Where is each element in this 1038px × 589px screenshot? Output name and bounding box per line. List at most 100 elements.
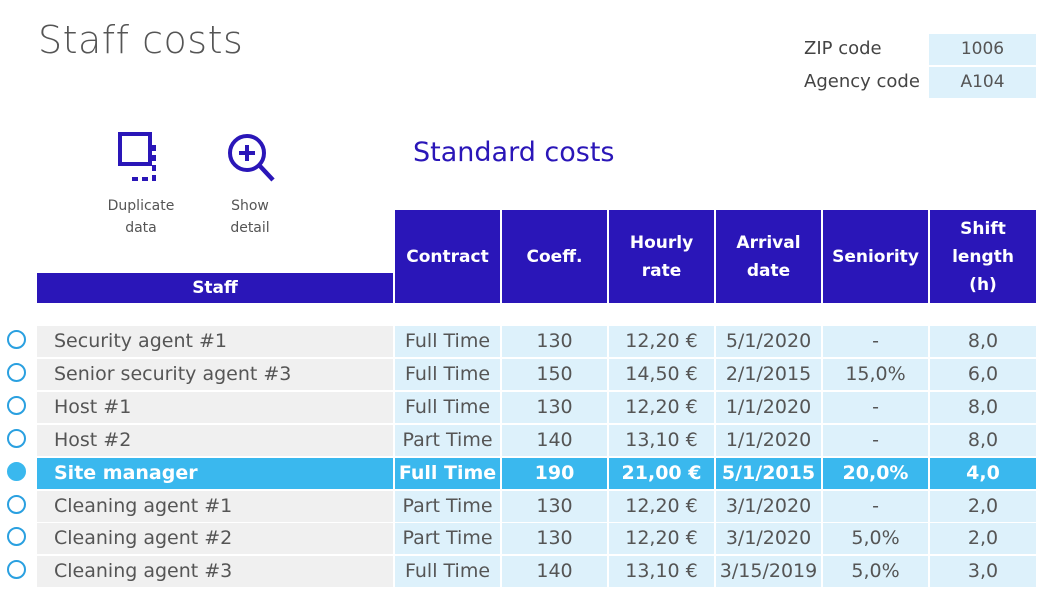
section-title: Standard costs (413, 137, 615, 168)
cell-shift[interactable]: 2,0 (930, 490, 1036, 522)
cell-rate[interactable]: 13,10 € (609, 556, 714, 588)
cell-contract[interactable]: Part Time (395, 523, 500, 555)
cell-name[interactable]: Senior security agent #3 (37, 358, 393, 390)
column-header-coeff: Coeff. (502, 210, 607, 303)
cell-coeff[interactable]: 190 (502, 457, 607, 489)
table-row[interactable]: Cleaning agent #3 Full Time 140 13,10 €3/15… (7, 556, 1036, 589)
table-row[interactable]: Senior security agent #3 Full Time 150 14,5… (7, 358, 1036, 392)
row-select-radio[interactable] (7, 362, 26, 382)
column-header-hourly-rate: Hourly rate (609, 210, 714, 303)
table-row[interactable]: Cleaning agent #1 Part Time 130 12,20 €3/1/… (7, 490, 1036, 524)
cell-seniority[interactable]: 5,0% (823, 523, 928, 555)
table-row[interactable]: Host #2 Part Time 140 13,10 €1/1/2020-8,0 (7, 424, 1036, 458)
cell-seniority[interactable]: 5,0% (823, 556, 928, 588)
cell-seniority[interactable]: - (823, 326, 928, 357)
hourly-rate-label-line1: Hourly (629, 232, 694, 253)
cell-shift[interactable]: 3,0 (930, 556, 1036, 588)
cell-coeff[interactable]: 140 (502, 556, 607, 588)
cell-arrival[interactable]: 3/1/2020 (716, 490, 821, 522)
cell-coeff[interactable]: 130 (502, 523, 607, 555)
cell-name[interactable]: Site manager (37, 457, 393, 489)
duplicate-label-line2: data (125, 220, 157, 236)
row-select-radio[interactable] (7, 428, 26, 448)
cell-shift[interactable]: 8,0 (930, 326, 1036, 357)
cell-rate[interactable]: 12,20 € (609, 523, 714, 555)
arrival-date-label-line2: date (746, 260, 791, 281)
hourly-rate-label-line2: rate (641, 260, 682, 281)
agency-code-field[interactable]: A104 (929, 67, 1036, 98)
cell-seniority[interactable]: 15,0% (823, 358, 928, 390)
cell-coeff[interactable]: 150 (502, 358, 607, 390)
cell-arrival[interactable]: 3/1/2020 (716, 523, 821, 555)
show-detail-button[interactable]: Show detail (205, 131, 295, 239)
cell-contract[interactable]: Full Time (395, 358, 500, 390)
cell-name[interactable]: Cleaning agent #2 (37, 523, 393, 555)
cell-name[interactable]: Host #2 (37, 424, 393, 456)
cell-coeff[interactable]: 130 (502, 490, 607, 522)
cell-shift[interactable]: 4,0 (930, 457, 1036, 489)
cell-coeff[interactable]: 140 (502, 424, 607, 456)
cell-seniority[interactable]: - (823, 490, 928, 522)
cell-seniority[interactable]: - (823, 424, 928, 456)
zoom-in-icon (228, 134, 275, 182)
row-select-radio[interactable] (7, 330, 26, 349)
cell-name[interactable]: Security agent #1 (37, 326, 393, 357)
cell-coeff[interactable]: 130 (502, 391, 607, 423)
cell-contract[interactable]: Full Time (395, 556, 500, 588)
column-header-seniority: Seniority (823, 210, 928, 303)
cell-shift[interactable]: 6,0 (930, 358, 1036, 390)
cell-rate[interactable]: 13,10 € (609, 424, 714, 456)
table-row[interactable]: Site manager Full Time 190 21,00 €5/1/2015 2… (7, 457, 1036, 491)
cell-seniority[interactable]: - (823, 391, 928, 423)
cell-rate[interactable]: 12,20 € (609, 326, 714, 357)
zip-code-field[interactable]: 1006 (929, 34, 1036, 65)
page-title: Staff costs (38, 18, 244, 62)
table-row[interactable]: Cleaning agent #2 Part Time 130 12,20 €3/1/… (7, 523, 1036, 556)
cell-contract[interactable]: Full Time (395, 391, 500, 423)
cell-shift[interactable]: 8,0 (930, 391, 1036, 423)
cell-seniority[interactable]: 20,0% (823, 457, 928, 489)
cell-contract[interactable]: Full Time (395, 457, 500, 489)
cell-rate[interactable]: 12,20 € (609, 391, 714, 423)
arrival-date-label-line1: Arrival (736, 232, 801, 253)
row-select-radio[interactable] (7, 494, 26, 514)
cell-contract[interactable]: Part Time (395, 424, 500, 456)
cell-arrival[interactable]: 2/1/2015 (716, 358, 821, 390)
cell-name[interactable]: Cleaning agent #3 (37, 556, 393, 588)
row-select-radio[interactable] (7, 527, 26, 547)
cell-rate[interactable]: 21,00 € (609, 457, 714, 489)
column-header-contract: Contract (395, 210, 500, 303)
row-select-radio[interactable] (7, 560, 26, 580)
column-header-staff: Staff (37, 273, 393, 303)
row-select-radio[interactable] (7, 395, 26, 415)
zip-code-label: ZIP code (804, 38, 882, 59)
table-row[interactable]: Host #1 Full Time 130 12,20 €1/1/2020-8,0 (7, 391, 1036, 425)
shift-length-label-line1: Shift length (952, 218, 1014, 267)
cell-coeff[interactable]: 130 (502, 326, 607, 357)
cell-shift[interactable]: 2,0 (930, 523, 1036, 555)
show-detail-label-line1: Show (231, 198, 269, 214)
duplicate-label-line1: Duplicate (107, 198, 175, 214)
cell-contract[interactable]: Full Time (395, 326, 500, 357)
cell-shift[interactable]: 8,0 (930, 424, 1036, 456)
cell-arrival[interactable]: 1/1/2020 (716, 424, 821, 456)
shift-length-label-line2: (h) (969, 274, 997, 295)
table-row[interactable]: Security agent #1 Full Time 130 12,20 €5/1/… (7, 326, 1036, 359)
cell-rate[interactable]: 12,20 € (609, 490, 714, 522)
cell-arrival[interactable]: 1/1/2020 (716, 391, 821, 423)
cell-arrival[interactable]: 5/1/2020 (716, 326, 821, 357)
agency-code-label: Agency code (804, 71, 920, 92)
cell-contract[interactable]: Part Time (395, 490, 500, 522)
cell-name[interactable]: Host #1 (37, 391, 393, 423)
column-header-seniority-label: Seniority (832, 246, 919, 267)
duplicate-data-button[interactable]: Duplicate data (96, 131, 186, 239)
column-header-shift-length: Shift length (h) (930, 210, 1036, 303)
column-header-coeff-label: Coeff. (526, 246, 583, 267)
cell-arrival[interactable]: 3/15/2019 (716, 556, 821, 588)
column-header-arrival-date: Arrival date (716, 210, 821, 303)
cell-rate[interactable]: 14,50 € (609, 358, 714, 390)
cell-name[interactable]: Cleaning agent #1 (37, 490, 393, 522)
row-select-radio[interactable] (7, 461, 26, 481)
cell-arrival[interactable]: 5/1/2015 (716, 457, 821, 489)
show-detail-label-line2: detail (230, 220, 270, 236)
